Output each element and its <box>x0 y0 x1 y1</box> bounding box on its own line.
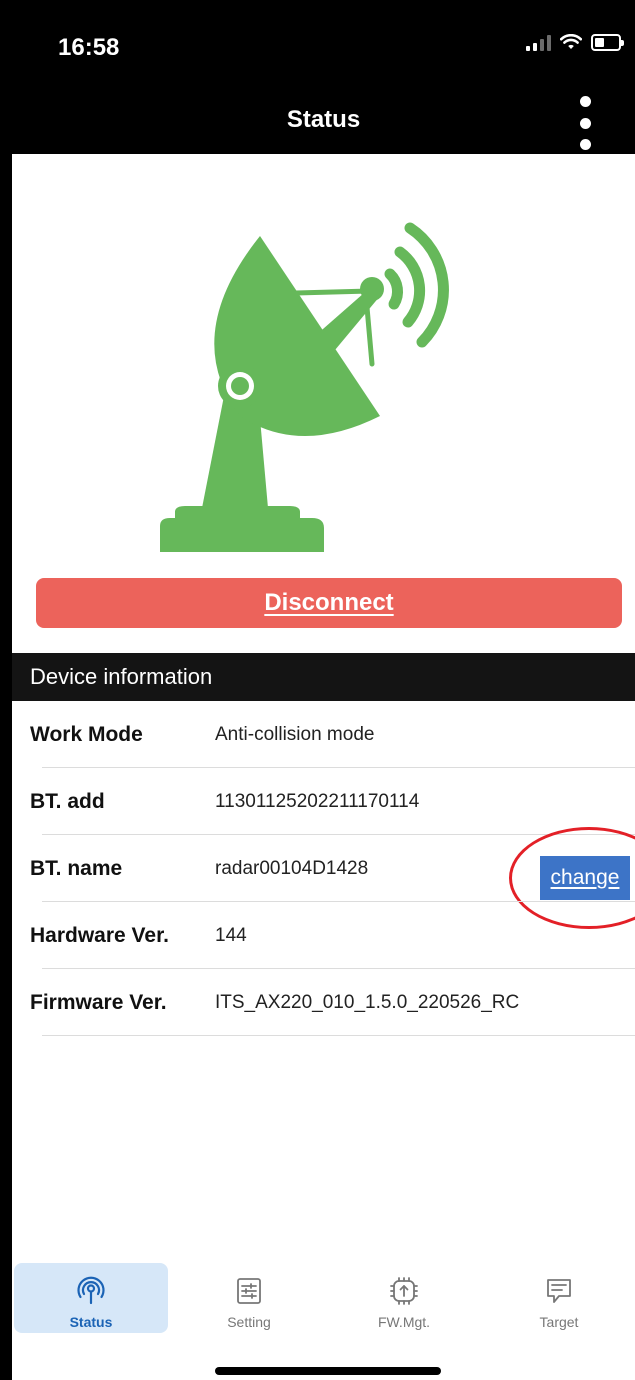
wifi-icon <box>560 34 582 49</box>
info-row-bt-add: BT. add 11301125202211170114 <box>12 768 635 835</box>
clock-time: 16:58 <box>58 34 120 61</box>
app-screen: 16:58 Status Disconnect Device informati… <box>0 0 635 1380</box>
disconnect-label: Disconnect <box>264 589 394 616</box>
page-title: Status <box>286 106 361 133</box>
tab-fw-mgt[interactable]: FW.Mgt. <box>327 1263 481 1333</box>
info-row-bt-name: BT. name radar00104D1428 change <box>12 827 635 929</box>
tab-label: FW.Mgt. <box>377 1314 431 1330</box>
info-row-work-mode: Work Mode Anti-collision mode <box>12 701 635 768</box>
row-value: 11301125202211170114 <box>215 791 420 812</box>
row-label: Work Mode <box>30 723 143 746</box>
change-label: change <box>550 866 620 889</box>
tab-label: Setting <box>227 1314 271 1330</box>
device-information-header: Device information <box>12 653 635 701</box>
info-row-firmware-ver: Firmware Ver. ITS_AX220_010_1.5.0_220526… <box>12 969 635 1036</box>
row-label: BT. name <box>30 857 123 880</box>
tab-label: Target <box>539 1314 579 1330</box>
battery-icon <box>591 34 624 51</box>
message-icon <box>547 1279 571 1303</box>
bottom-tab-bar: Status Setting FW.Mgt. Target <box>12 1258 635 1340</box>
system-status-bar: 16:58 <box>12 0 635 92</box>
system-icons <box>526 34 624 51</box>
radar-signal-icon <box>77 1276 105 1305</box>
radar-dish-icon <box>160 222 449 552</box>
app-header: Status <box>12 92 635 154</box>
tab-status[interactable]: Status <box>14 1263 168 1333</box>
row-label: BT. add <box>30 790 105 813</box>
cellular-signal-icon <box>526 35 551 51</box>
row-label: Firmware Ver. <box>30 991 167 1014</box>
row-value: radar00104D1428 <box>215 858 369 879</box>
row-value: 144 <box>215 925 247 946</box>
row-divider <box>42 1035 635 1036</box>
row-value: ITS_AX220_010_1.5.0_220526_RC <box>215 992 520 1013</box>
tab-setting[interactable]: Setting <box>172 1263 326 1333</box>
info-row-hardware-ver: Hardware Ver. 144 <box>12 902 635 969</box>
tab-label: Status <box>69 1314 113 1330</box>
more-menu-icon[interactable] <box>577 96 593 150</box>
row-label: Hardware Ver. <box>30 924 169 947</box>
change-bt-name-button[interactable]: change <box>540 856 630 900</box>
tab-target[interactable]: Target <box>482 1263 635 1333</box>
row-value: Anti-collision mode <box>215 724 375 745</box>
disconnect-button[interactable]: Disconnect <box>36 578 622 628</box>
screen-edge <box>0 0 12 1380</box>
chip-upload-icon <box>390 1277 418 1305</box>
sliders-icon <box>237 1278 261 1304</box>
home-indicator[interactable] <box>215 1367 441 1375</box>
